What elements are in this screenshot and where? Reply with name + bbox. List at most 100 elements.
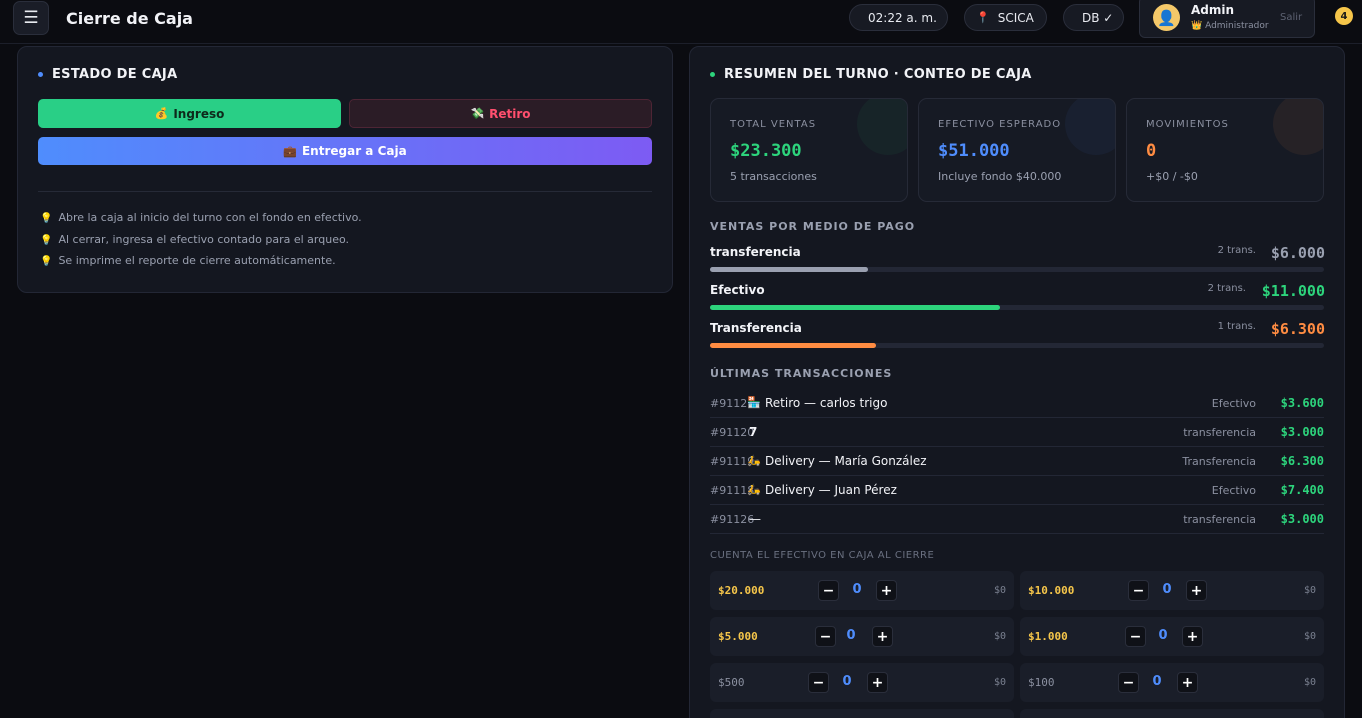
lightbulb-icon: 💡 (40, 256, 53, 267)
transaction-method: Transferencia (1182, 455, 1256, 468)
user-menu[interactable]: 👤 Admin 👑 Administrador Salir (1139, 0, 1315, 38)
transaction-id: #91126 (710, 513, 755, 526)
stat-total-ventas: TOTAL VENTAS $23.300 5 transacciones (710, 98, 908, 202)
decor-circle (1273, 99, 1323, 155)
stat-label: EFECTIVO ESPERADO (938, 119, 1062, 130)
location-text: SCICA (997, 10, 1034, 25)
transaction-amount: $3.000 (1280, 425, 1324, 439)
denomination-subtotal: $0 (1303, 631, 1316, 642)
ingreso-button[interactable]: 💰 Ingreso (38, 99, 341, 128)
stat-movimientos: MOVIMIENTOS 0 +$0 / -$0 (1126, 98, 1324, 202)
payment-bar-track (710, 305, 1324, 310)
transaction-method: transferencia (1183, 426, 1256, 439)
transaction-method: Efectivo (1211, 397, 1256, 410)
user-name: Admin (1191, 3, 1235, 17)
transaction-desc: 7 (749, 425, 758, 439)
decor-circle (1065, 99, 1115, 155)
denomination-10000: $10.000 − 0 + $0 (1020, 571, 1324, 610)
transaction-method: Efectivo (1211, 484, 1256, 497)
increment-button[interactable]: + (1182, 626, 1203, 647)
payment-bar-track (710, 267, 1324, 272)
increment-button[interactable]: + (1186, 580, 1207, 601)
denomination-row-next (1020, 709, 1324, 718)
tip-text: Al cerrar, ingresa el efectivo contado p… (58, 233, 350, 246)
quantity-value[interactable]: 0 (1155, 628, 1171, 643)
denomination-subtotal: $0 (1303, 677, 1316, 688)
menu-button[interactable]: ☰ (13, 1, 49, 35)
lightbulb-icon: 💡 (40, 213, 53, 224)
payment-name: Efectivo (710, 283, 765, 297)
payment-bar-track (710, 343, 1324, 348)
payment-bar-fill (710, 267, 869, 272)
tip-text: Se imprime el reporte de cierre automáti… (58, 254, 336, 267)
clock-pill: 02:22 a. m. (849, 4, 948, 31)
payment-name: transferencia (710, 245, 801, 259)
denomination-row-next (710, 709, 1014, 718)
stat-value: $51.000 (938, 141, 1010, 161)
notification-badge[interactable]: 4 (1335, 7, 1353, 25)
quantity-value[interactable]: 0 (1159, 582, 1175, 597)
transaction-row[interactable]: #91118 🛵 Delivery — Juan Pérez Efectivo … (710, 476, 1324, 505)
transaction-row[interactable]: #91120 7 transferencia $3.000 (710, 418, 1324, 447)
decrement-button[interactable]: − (818, 580, 839, 601)
payment-amount: $6.300 (1270, 320, 1325, 338)
tip-text: Abre la caja al inicio del turno con el … (58, 211, 362, 224)
decrement-button[interactable]: − (1118, 672, 1139, 693)
transactions-heading: ÚLTIMAS TRANSACCIONES (710, 367, 893, 380)
hamburger-icon: ☰ (23, 8, 39, 28)
payment-amount: $11.000 (1261, 282, 1325, 300)
transaction-row[interactable]: #91119 🛵 Delivery — María González Trans… (710, 447, 1324, 476)
stat-efectivo-esperado: EFECTIVO ESPERADO $51.000 Incluye fondo … (918, 98, 1116, 202)
tip-item: 💡 Abre la caja al inicio del turno con el… (40, 211, 362, 224)
denomination-20000: $20.000 − 0 + $0 (710, 571, 1014, 610)
retiro-label: Retiro (489, 106, 531, 121)
stat-label: TOTAL VENTAS (730, 119, 817, 130)
increment-button[interactable]: + (1177, 672, 1198, 693)
decrement-button[interactable]: − (1128, 580, 1149, 601)
denomination-label: $500 (718, 676, 745, 689)
increment-button[interactable]: + (867, 672, 888, 693)
entregar-button[interactable]: 💼 Entregar a Caja (38, 137, 652, 165)
retiro-button[interactable]: 💸 Retiro (349, 99, 652, 128)
denomination-500: $500 − 0 + $0 (710, 663, 1014, 702)
payment-count: 1 trans. (1217, 321, 1256, 332)
transaction-row[interactable]: #91121 🏪 Retiro — carlos trigo Efectivo … (710, 389, 1324, 418)
transaction-desc: — (749, 512, 761, 526)
transaction-row[interactable]: #91126 — transferencia $3.000 (710, 505, 1324, 534)
quantity-value[interactable]: 0 (849, 582, 865, 597)
title-bullet-icon (710, 72, 715, 77)
transaction-id: #91120 (710, 426, 755, 439)
payment-count: 2 trans. (1207, 283, 1246, 294)
cash-status-card: ESTADO DE CAJA 💰 Ingreso 💸 Retiro 💼 Entr… (17, 46, 673, 293)
denomination-label: $100 (1028, 676, 1055, 689)
scooter-icon: 🛵 (747, 454, 761, 467)
increment-button[interactable]: + (876, 580, 897, 601)
stat-sub: +$0 / -$0 (1146, 170, 1198, 183)
entregar-label: Entregar a Caja (301, 144, 407, 158)
transaction-amount: $7.400 (1280, 483, 1324, 497)
location-pill[interactable]: 📍 SCICA (964, 4, 1047, 31)
cash-count-heading: CUENTA EL EFECTIVO EN CAJA AL CIERRE (710, 550, 935, 561)
denomination-1000: $1.000 − 0 + $0 (1020, 617, 1324, 656)
decor-circle (857, 99, 907, 155)
user-role: 👑 Administrador (1191, 21, 1269, 31)
quantity-value[interactable]: 0 (843, 628, 859, 643)
top-bar: ☰ Cierre de Caja 02:22 a. m. 📍 SCICA DB … (0, 0, 1362, 44)
quantity-value[interactable]: 0 (839, 674, 855, 689)
denomination-label: $10.000 (1028, 584, 1075, 597)
denomination-100: $100 − 0 + $0 (1020, 663, 1324, 702)
decrement-button[interactable]: − (1125, 626, 1146, 647)
payment-amount: $6.000 (1270, 244, 1325, 262)
quantity-value[interactable]: 0 (1149, 674, 1165, 689)
payment-bar-fill (710, 343, 876, 348)
db-status-text: DB ✓ (1082, 10, 1114, 25)
increment-button[interactable]: + (872, 626, 893, 647)
logout-button[interactable]: Salir (1280, 12, 1302, 23)
transaction-desc: Retiro — carlos trigo (765, 396, 888, 410)
cash-status-title-text: ESTADO DE CAJA (52, 67, 178, 82)
decrement-button[interactable]: − (815, 626, 836, 647)
decrement-button[interactable]: − (808, 672, 829, 693)
denomination-subtotal: $0 (993, 585, 1006, 596)
stat-sub: 5 transacciones (730, 170, 817, 183)
denomination-label: $5.000 (718, 630, 758, 643)
